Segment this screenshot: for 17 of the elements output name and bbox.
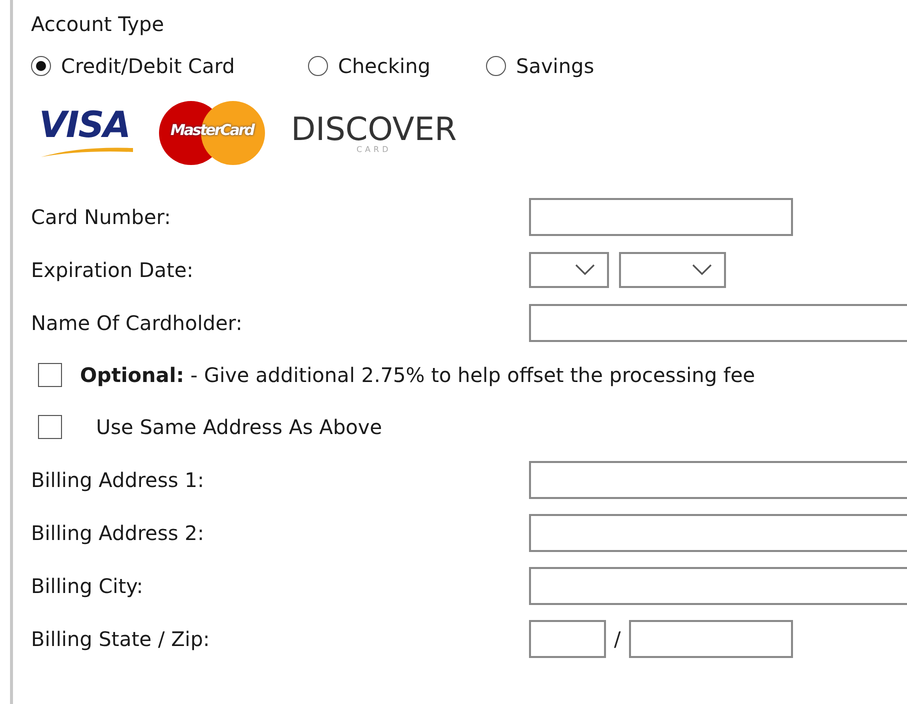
radio-label[interactable]: Credit/Debit Card — [61, 54, 235, 78]
separator-text: / — [614, 626, 621, 650]
radio-label[interactable]: Savings — [516, 54, 594, 78]
checkbox-label: Optional: - Give additional 2.75% to help offset the processing fee — [80, 363, 756, 387]
field-label: Name Of Cardholder: — [31, 310, 244, 334]
logo-subtext: CARD — [356, 144, 392, 154]
section-title: Account Type — [31, 12, 164, 36]
field-label: Expiration Date: — [31, 258, 194, 282]
field-label: Billing Address 2: — [31, 520, 206, 544]
field-label: Billing Address 1: — [31, 468, 206, 492]
visa-logo: VISA — [39, 108, 130, 144]
radio-label[interactable]: Checking — [338, 54, 430, 78]
discover-logo: DISCOVER — [291, 112, 457, 144]
field-label: Billing City: — [31, 574, 144, 598]
field-label: Card Number: — [31, 204, 172, 228]
checkbox-label: Use Same Address As Above — [96, 415, 382, 439]
field-label: Billing State / Zip: — [31, 626, 211, 650]
